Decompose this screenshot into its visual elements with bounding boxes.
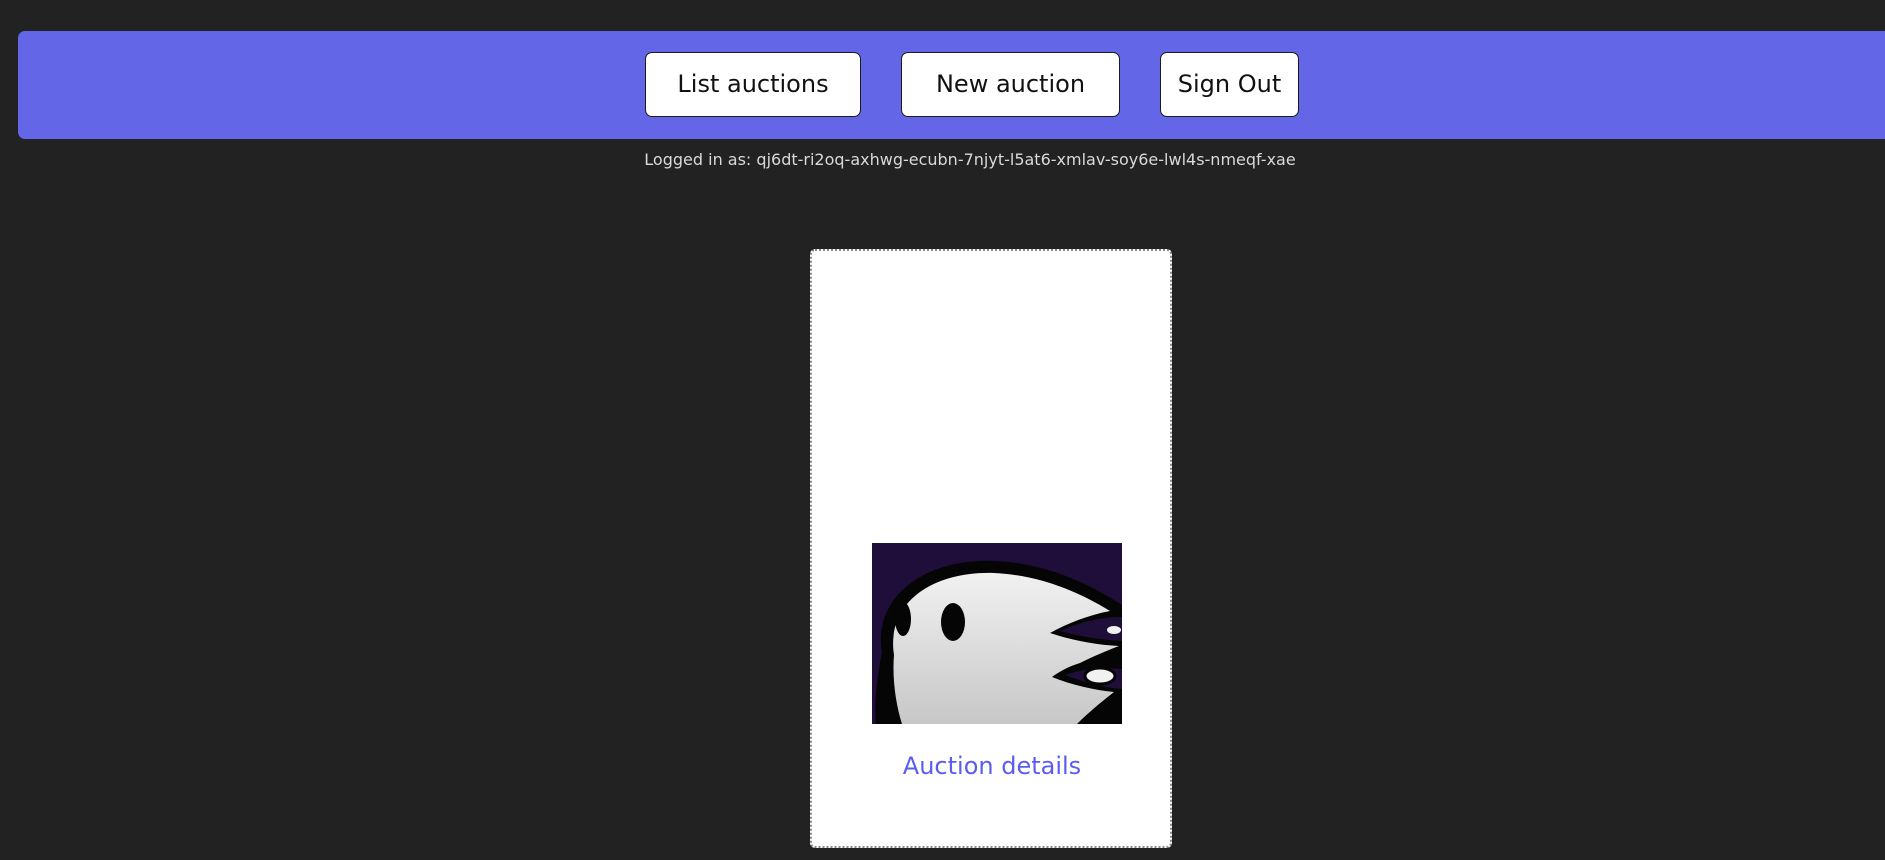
list-auctions-button[interactable]: List auctions bbox=[645, 52, 861, 117]
sign-out-button[interactable]: Sign Out bbox=[1160, 52, 1299, 117]
auction-details-link[interactable]: Auction details bbox=[812, 751, 1172, 781]
top-navbar: List auctions New auction Sign Out bbox=[18, 31, 1885, 139]
auction-card: Auction details bbox=[810, 249, 1172, 848]
new-auction-button[interactable]: New auction bbox=[901, 52, 1120, 117]
logged-in-status: Logged in as: qj6dt-ri2oq-axhwg-ecubn-7n… bbox=[644, 150, 1296, 169]
ghost-image bbox=[872, 543, 1122, 724]
